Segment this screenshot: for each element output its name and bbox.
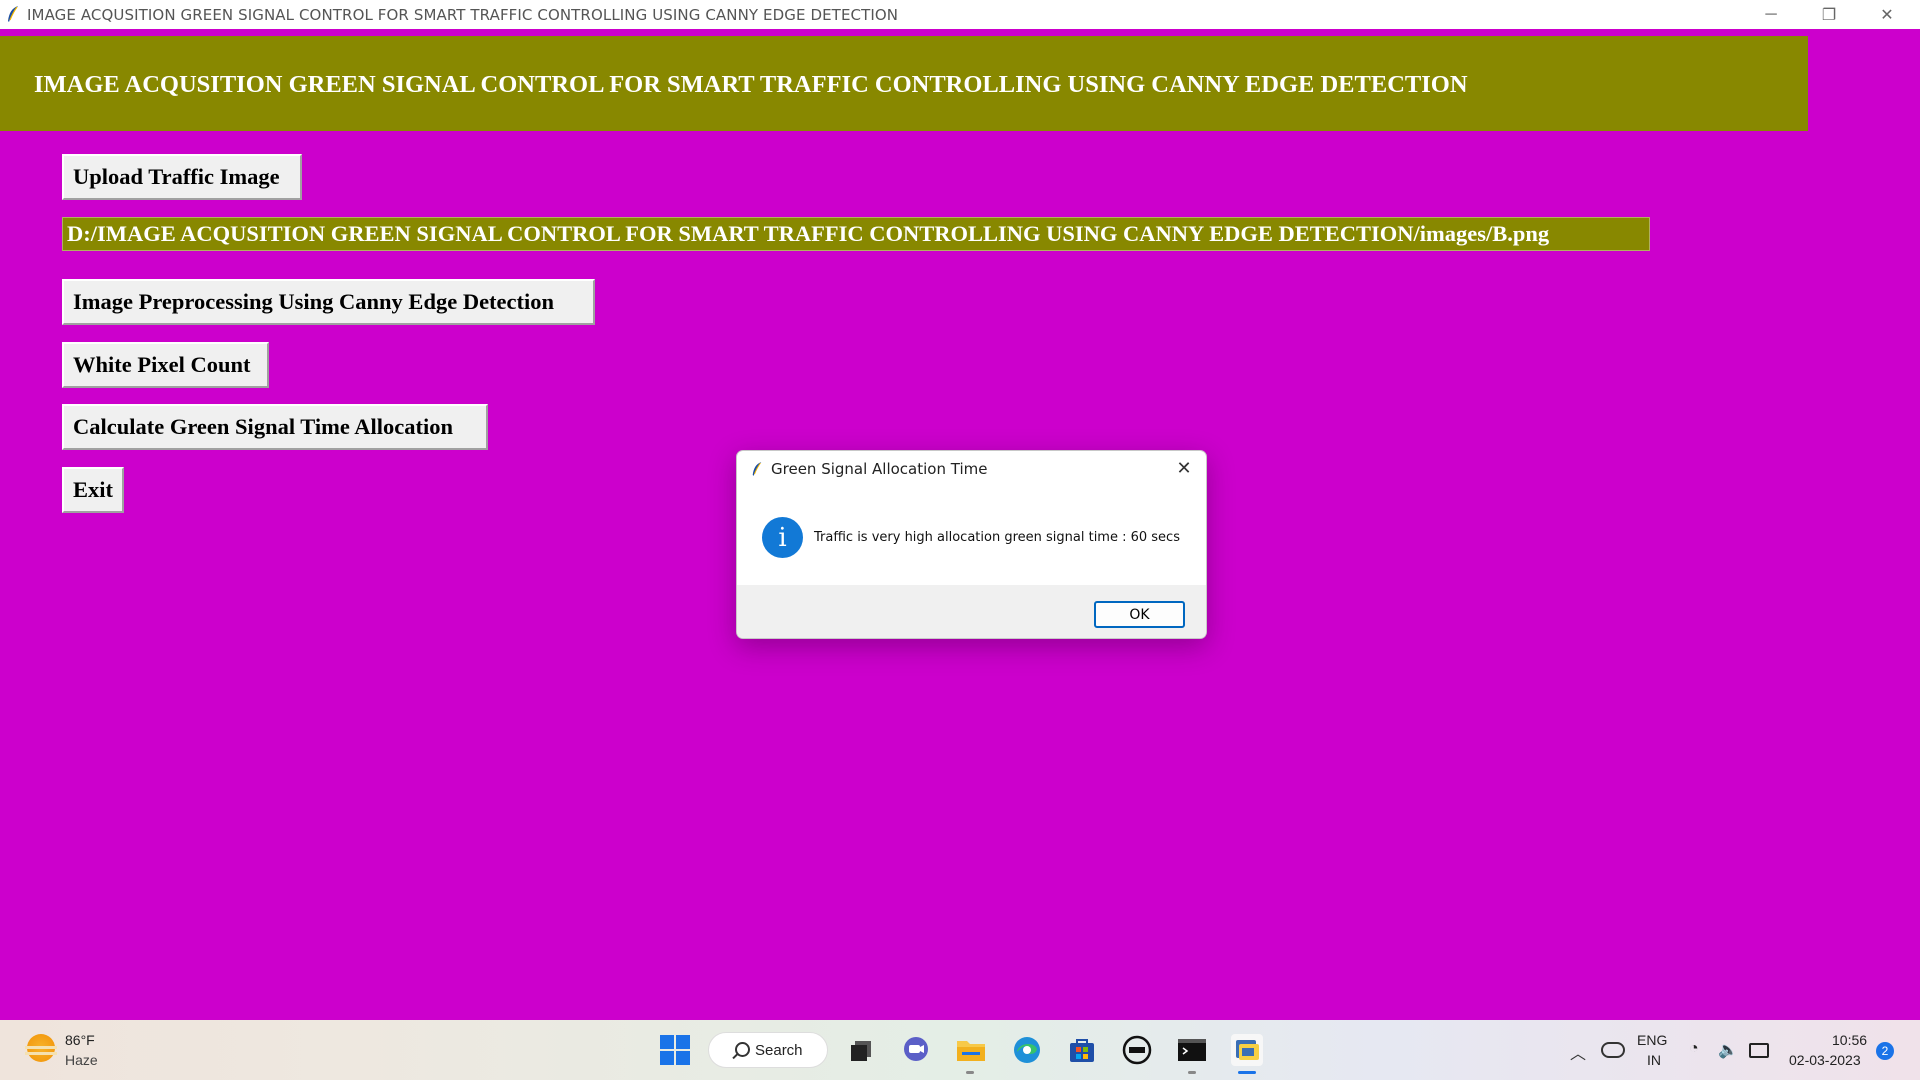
- windows-start-icon[interactable]: [659, 1034, 691, 1066]
- dialog-title: Green Signal Allocation Time: [771, 460, 988, 478]
- weather-temperature[interactable]: 86°F: [65, 1032, 95, 1048]
- terminal-icon[interactable]: [1176, 1034, 1208, 1066]
- upload-traffic-image-button[interactable]: Upload Traffic Image: [62, 154, 302, 200]
- search-icon: [735, 1042, 750, 1057]
- store-icon[interactable]: [1066, 1034, 1098, 1066]
- calculate-green-signal-button[interactable]: Calculate Green Signal Time Allocation: [62, 404, 488, 450]
- close-button[interactable]: ✕: [1859, 0, 1915, 29]
- file-explorer-icon[interactable]: [955, 1034, 987, 1066]
- white-pixel-count-button[interactable]: White Pixel Count: [62, 342, 269, 388]
- volume-icon[interactable]: 🔈: [1718, 1040, 1738, 1060]
- window-titlebar: IMAGE ACQUSITION GREEN SIGNAL CONTROL FO…: [0, 0, 1920, 29]
- chat-icon[interactable]: [900, 1034, 932, 1066]
- battery-icon[interactable]: [1749, 1043, 1769, 1058]
- python-icon[interactable]: [1231, 1034, 1263, 1066]
- file-path-label: D:/IMAGE ACQUSITION GREEN SIGNAL CONTROL…: [62, 217, 1650, 251]
- dell-icon[interactable]: [1121, 1034, 1153, 1066]
- page-title: IMAGE ACQUSITION GREEN SIGNAL CONTROL FO…: [34, 71, 1468, 98]
- header-banner: IMAGE ACQUSITION GREEN SIGNAL CONTROL FO…: [0, 36, 1808, 131]
- feather-icon: [752, 462, 762, 476]
- exit-button[interactable]: Exit: [62, 467, 124, 513]
- feather-icon: [8, 6, 18, 22]
- edge-icon[interactable]: [1011, 1034, 1043, 1066]
- cloud-icon[interactable]: [1601, 1042, 1625, 1058]
- preprocessing-button[interactable]: Image Preprocessing Using Canny Edge Det…: [62, 279, 595, 325]
- show-hidden-icons-chevron-icon[interactable]: ︿: [1570, 1040, 1586, 1064]
- dialog-message: Traffic is very high allocation green si…: [814, 530, 1180, 545]
- info-icon: i: [762, 517, 803, 558]
- restore-button[interactable]: ❐: [1801, 0, 1857, 29]
- clock-date[interactable]: 02-03-2023: [1789, 1052, 1861, 1068]
- window-title: IMAGE ACQUSITION GREEN SIGNAL CONTROL FO…: [27, 6, 899, 24]
- clock-time[interactable]: 10:56: [1832, 1032, 1867, 1048]
- search-label: Search: [755, 1041, 803, 1059]
- language-region[interactable]: IN: [1647, 1052, 1661, 1068]
- task-view-icon[interactable]: [845, 1034, 877, 1066]
- language-indicator[interactable]: ENG: [1637, 1032, 1667, 1048]
- dialog-close-button[interactable]: ✕: [1172, 456, 1196, 480]
- wifi-icon[interactable]: ◔: [1689, 1040, 1699, 1058]
- message-dialog: Green Signal Allocation Time ✕ i Traffic…: [736, 450, 1207, 639]
- taskbar-search-button[interactable]: Search: [708, 1032, 828, 1068]
- ok-button[interactable]: OK: [1094, 601, 1185, 628]
- notification-badge[interactable]: 2: [1876, 1042, 1894, 1060]
- weather-haze-icon[interactable]: [25, 1034, 57, 1062]
- minimize-button[interactable]: ─: [1743, 0, 1799, 29]
- weather-condition[interactable]: Haze: [65, 1052, 98, 1068]
